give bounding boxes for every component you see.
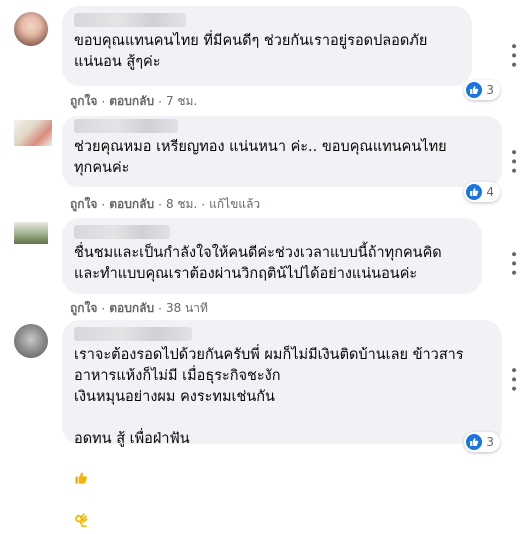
more-options-icon[interactable]: ••• <box>505 42 521 70</box>
separator: · <box>101 301 106 316</box>
reply-link[interactable]: ตอบกลับ <box>109 195 154 214</box>
comment-text-line: อดทน สู้ เพื่อฝ่าฟัน <box>74 408 490 534</box>
thumbs-up-emoji-icon <box>74 450 88 492</box>
comment-text-line: เงินหมุนอย่างผม คงระทมเช่นกัน <box>74 389 275 405</box>
comment-text: ช่วยคุณหมอ เหรียญทอง แน่นหนา ค่ะ.. ขอบคุ… <box>74 139 447 176</box>
author-name[interactable] <box>74 13 186 27</box>
reaction-summary[interactable]: 3 <box>464 432 500 452</box>
reaction-summary[interactable]: 3 <box>464 80 500 100</box>
reply-link[interactable]: ตอบกลับ <box>109 299 154 318</box>
reaction-summary[interactable]: 4 <box>464 182 500 202</box>
thumbs-up-icon <box>466 82 483 98</box>
separator: · <box>201 197 206 212</box>
comment-bubble: เราจะต้องรอดไปด้วยกันครับพี่ ผมก็ไม่มีเง… <box>62 320 502 528</box>
comment-bubble: ช่วยคุณหมอ เหรียญทอง แน่นหนา ค่ะ.. ขอบคุ… <box>62 116 502 187</box>
timestamp[interactable]: 38 นาที <box>166 299 208 318</box>
comment-text: ชื่นชมและเป็นกำลังใจให้คนดีค่ะช่วงเวลาแบ… <box>74 245 442 282</box>
comment-bubble: ขอบคุณแทนคนไทย ที่มีคนดีๆ ช่วยกันเราอยู่… <box>62 6 472 86</box>
reaction-count: 4 <box>486 185 494 199</box>
comment-actions: ถูกใจ · ตอบกลับ · 8 ชม. · แก้ไขแล้ว <box>70 195 260 214</box>
comment-text-line: อาหารแห้งก็ไม่มี เมื่อธุระกิจชะงัก <box>74 368 281 384</box>
separator: · <box>158 301 162 316</box>
avatar[interactable] <box>14 120 52 146</box>
timestamp[interactable]: 8 ชม. <box>166 195 197 214</box>
like-link[interactable]: ถูกใจ <box>70 195 97 214</box>
more-options-icon[interactable]: ••• <box>505 250 521 278</box>
comment-bubble: ชื่นชมและเป็นกำลังใจให้คนดีค่ะช่วงเวลาแบ… <box>62 218 482 294</box>
comment-text-line: อดทน สู้ เพื่อฝ่าฟัน <box>74 431 190 447</box>
separator: · <box>101 94 106 109</box>
like-link[interactable]: ถูกใจ <box>70 92 97 111</box>
edited-label[interactable]: แก้ไขแล้ว <box>209 195 260 214</box>
author-name[interactable] <box>74 327 192 341</box>
ok-hand-emoji-icon <box>74 492 88 534</box>
more-options-icon[interactable]: ••• <box>505 366 521 394</box>
reaction-count: 3 <box>486 83 494 97</box>
separator: · <box>158 94 162 109</box>
comment-text-line: เราจะต้องรอดไปด้วยกันครับพี่ ผมก็ไม่มีเง… <box>74 347 464 363</box>
comment-text: ขอบคุณแทนคนไทย ที่มีคนดีๆ ช่วยกันเราอยู่… <box>74 33 428 70</box>
thumbs-up-icon <box>466 434 483 450</box>
more-options-icon[interactable]: ••• <box>505 148 521 176</box>
avatar[interactable] <box>14 12 48 46</box>
reply-link[interactable]: ตอบกลับ <box>109 92 154 111</box>
reaction-count: 3 <box>486 435 494 449</box>
avatar[interactable] <box>14 222 48 244</box>
timestamp[interactable]: 7 ชม. <box>166 92 197 111</box>
author-name[interactable] <box>74 225 170 239</box>
thumbs-up-icon <box>466 184 483 200</box>
comment-actions: ถูกใจ · ตอบกลับ · 7 ชม. <box>70 92 197 111</box>
author-name[interactable] <box>74 119 178 133</box>
comment-actions: ถูกใจ · ตอบกลับ · 38 นาที <box>70 299 208 318</box>
like-link[interactable]: ถูกใจ <box>70 299 97 318</box>
separator: · <box>158 197 162 212</box>
separator: · <box>101 197 106 212</box>
avatar[interactable] <box>14 324 48 358</box>
